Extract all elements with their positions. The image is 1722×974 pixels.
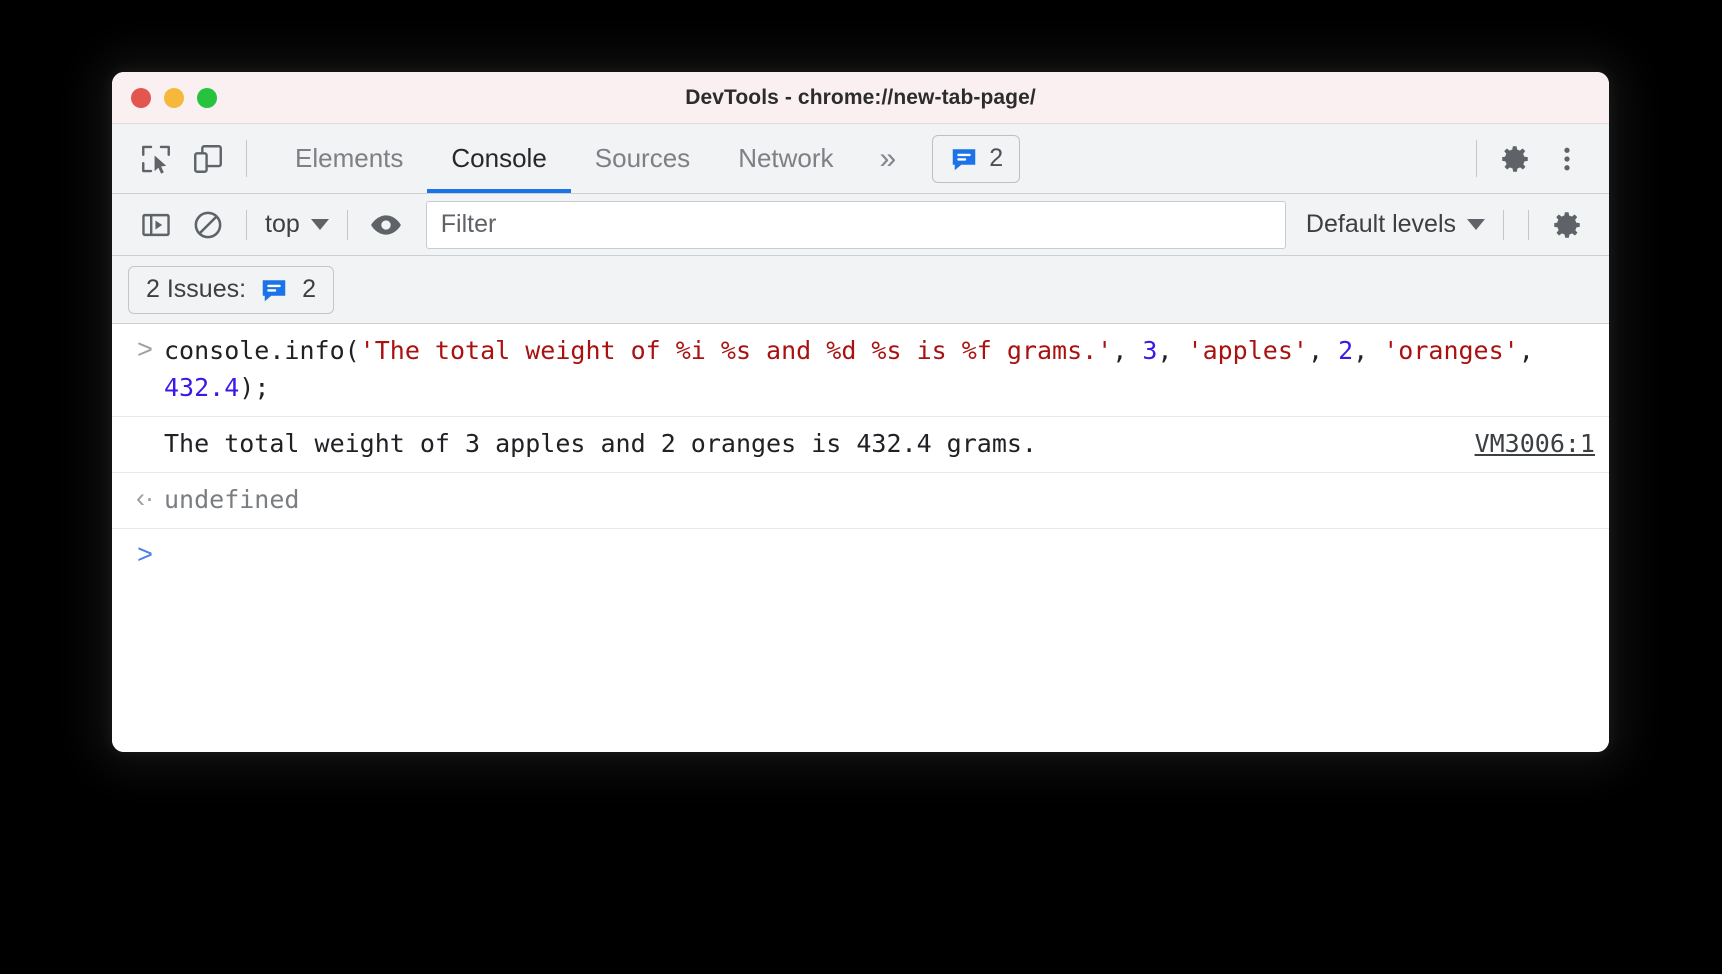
code-token-number: 2: [1338, 336, 1354, 365]
inspect-cursor-icon[interactable]: [130, 133, 182, 185]
execution-context-label: top: [265, 210, 300, 238]
console-result-text: undefined: [164, 485, 300, 514]
minimize-window-button[interactable]: [164, 87, 184, 108]
toolbar-divider-4: [1528, 209, 1529, 240]
console-input-row[interactable]: > console.info('The total weight of %i %…: [112, 324, 1609, 417]
toolbar-divider-1: [246, 209, 247, 240]
tab-bar-actions: [1464, 124, 1609, 193]
maximize-window-button[interactable]: [197, 87, 217, 108]
code-token-number: 3: [1142, 336, 1158, 365]
console-message-list[interactable]: > console.info('The total weight of %i %…: [112, 324, 1609, 752]
tab-elements[interactable]: Elements: [271, 124, 427, 193]
prompt-arrow-label: >: [137, 334, 153, 364]
console-live-prompt-row[interactable]: >: [112, 529, 1609, 579]
toolbar-divider-3: [1503, 209, 1504, 240]
issues-message-icon: [949, 144, 979, 174]
traffic-lights: [112, 87, 217, 108]
console-result-row: ‹· undefined: [112, 473, 1609, 529]
tab-console[interactable]: Console: [427, 124, 572, 193]
code-token-plain: ,: [1518, 336, 1549, 365]
gear-icon[interactable]: [1489, 133, 1541, 185]
tab-bar-divider: [246, 140, 247, 177]
log-levels-label: Default levels: [1305, 210, 1456, 238]
console-result-content: undefined: [164, 481, 1595, 518]
issues-bar: 2 Issues: 2: [112, 256, 1609, 324]
tab-network-label: Network: [738, 143, 834, 173]
code-token-plain: ,: [1353, 336, 1384, 365]
tab-sources-label: Sources: [594, 143, 691, 173]
issues-summary-button[interactable]: 2 Issues: 2: [128, 265, 334, 314]
devtools-window: DevTools - chrome://new-tab-page/ Elemen…: [112, 72, 1609, 752]
code-token-plain: ,: [1307, 336, 1339, 365]
console-output-text: The total weight of 3 apples and 2 orang…: [164, 429, 1037, 458]
devtools-tab-bar: Elements Console Sources Network » 2: [112, 124, 1609, 194]
log-levels-select[interactable]: Default levels: [1300, 210, 1491, 239]
window-title: DevTools - chrome://new-tab-page/: [685, 85, 1036, 109]
console-toolbar: top Filter Default levels: [112, 194, 1609, 256]
device-toggle-icon[interactable]: [182, 133, 234, 185]
tab-network[interactable]: Network: [714, 124, 857, 193]
code-token-plain: ,: [1157, 336, 1188, 365]
console-result-prompt-icon: ‹·: [126, 481, 164, 513]
more-tabs-chevron-icon[interactable]: »: [858, 124, 919, 193]
tab-elements-label: Elements: [295, 143, 404, 173]
issues-summary-count: 2: [302, 275, 316, 303]
screenshot-stage: DevTools - chrome://new-tab-page/ Elemen…: [0, 0, 1722, 974]
filter-input[interactable]: Filter: [425, 200, 1286, 249]
live-prompt-arrow-label: >: [137, 539, 153, 569]
console-command-text: console.info('The total weight of %i %s …: [164, 336, 1549, 402]
close-window-button[interactable]: [131, 87, 151, 108]
clear-console-icon[interactable]: [182, 199, 234, 251]
code-token-plain: console.info(: [164, 336, 360, 365]
console-input-code: console.info('The total weight of %i %s …: [164, 332, 1595, 406]
tab-actions-divider: [1476, 140, 1477, 177]
issues-summary-label: 2 Issues:: [146, 275, 247, 303]
console-input-prompt-icon: >: [126, 332, 164, 364]
execution-context-select[interactable]: top: [259, 210, 335, 239]
code-token-plain: );: [239, 373, 270, 402]
chevron-down-icon: [310, 219, 329, 230]
code-token-string: 'apples': [1187, 336, 1308, 365]
console-output-row: The total weight of 3 apples and 2 orang…: [112, 417, 1609, 473]
code-token-number: 432.4: [164, 373, 240, 402]
live-expression-eye-icon[interactable]: [360, 199, 412, 251]
console-live-prompt-icon: >: [126, 537, 164, 569]
issues-badge-count: 2: [989, 144, 1004, 172]
issues-badge-button[interactable]: 2: [932, 134, 1021, 183]
console-output-line: The total weight of 3 apples and 2 orang…: [164, 425, 1595, 462]
more-tabs-label: »: [879, 141, 897, 175]
result-arrow-label: ‹·: [136, 483, 154, 513]
toolbar-divider-2: [346, 209, 348, 240]
issues-message-icon: [259, 275, 289, 305]
console-output-gutter: [126, 425, 164, 427]
console-settings-gear-icon[interactable]: [1541, 199, 1593, 251]
filter-placeholder: Filter: [440, 210, 497, 238]
tab-sources[interactable]: Sources: [571, 124, 714, 193]
kebab-menu-icon[interactable]: [1541, 133, 1593, 185]
window-title-bar: DevTools - chrome://new-tab-page/: [112, 72, 1609, 124]
code-token-string: 'The total weight of %i %s and %d %s is …: [359, 336, 1113, 365]
code-token-string: 'oranges': [1383, 336, 1519, 365]
console-output-content: The total weight of 3 apples and 2 orang…: [164, 425, 1595, 462]
chevron-down-icon: [1467, 219, 1485, 230]
console-source-link[interactable]: VM3006:1: [1455, 425, 1595, 462]
console-sidebar-toggle-icon[interactable]: [130, 199, 182, 251]
panel-tabs: Elements Console Sources Network: [271, 124, 858, 193]
tab-console-label: Console: [451, 143, 547, 173]
code-token-plain: ,: [1112, 336, 1143, 365]
